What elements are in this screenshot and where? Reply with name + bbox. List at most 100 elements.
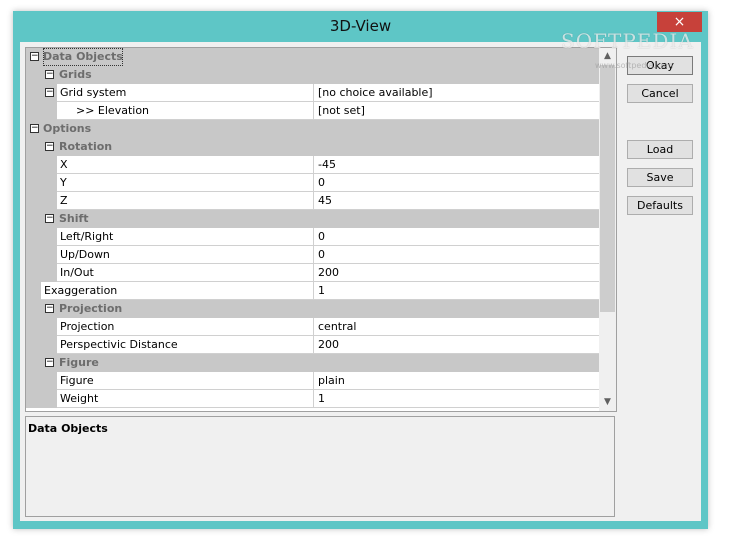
property-name[interactable]: Perspectivic Distance bbox=[57, 336, 313, 354]
property-name[interactable]: Left/Right bbox=[57, 228, 313, 246]
title-bar[interactable]: 3D-View × bbox=[13, 11, 708, 41]
property-row[interactable]: Perspectivic Distance 200 bbox=[26, 336, 599, 354]
collapse-icon[interactable]: − bbox=[45, 358, 54, 367]
property-value[interactable]: 1 bbox=[313, 282, 599, 300]
collapse-icon[interactable]: − bbox=[45, 142, 54, 151]
category-row[interactable]: − Shift bbox=[26, 210, 599, 228]
okay-button[interactable]: Okay bbox=[627, 56, 693, 75]
property-value[interactable]: -45 bbox=[313, 156, 599, 174]
property-value[interactable]: [not set] bbox=[313, 102, 599, 120]
category-row[interactable]: − Grids bbox=[26, 66, 599, 84]
row-gutter bbox=[26, 228, 57, 246]
collapse-icon[interactable]: − bbox=[45, 214, 54, 223]
property-name[interactable]: Exaggeration bbox=[41, 282, 313, 300]
property-name[interactable]: X bbox=[57, 156, 313, 174]
property-name[interactable]: Z bbox=[57, 192, 313, 210]
property-name[interactable]: Figure bbox=[57, 372, 313, 390]
category-row[interactable]: − Options bbox=[26, 120, 599, 138]
collapse-icon[interactable]: − bbox=[45, 304, 54, 313]
property-name-text: Exaggeration bbox=[44, 284, 118, 297]
category-label: Grids bbox=[59, 68, 92, 81]
property-row[interactable]: Up/Down 0 bbox=[26, 246, 599, 264]
category-label: Options bbox=[43, 122, 92, 135]
cancel-button[interactable]: Cancel bbox=[627, 84, 693, 103]
category-label: Shift bbox=[59, 212, 89, 225]
row-gutter bbox=[26, 246, 57, 264]
property-name[interactable]: Projection bbox=[57, 318, 313, 336]
property-row[interactable]: Z 45 bbox=[26, 192, 599, 210]
property-value[interactable]: central bbox=[313, 318, 599, 336]
property-row[interactable]: Projection central bbox=[26, 318, 599, 336]
row-gutter bbox=[26, 156, 57, 174]
category-row[interactable]: − Projection bbox=[26, 300, 599, 318]
category-row[interactable]: − Data Objects bbox=[26, 48, 599, 66]
vertical-scrollbar[interactable]: ▲ ▼ bbox=[599, 48, 616, 411]
property-name-text: Left/Right bbox=[60, 230, 114, 243]
description-title: Data Objects bbox=[28, 422, 108, 435]
property-name-text: Up/Down bbox=[60, 248, 110, 261]
category-label: Data Objects bbox=[43, 48, 123, 66]
property-name[interactable]: Grid system bbox=[57, 84, 313, 102]
property-row[interactable]: Figure plain bbox=[26, 372, 599, 390]
property-row[interactable]: − Grid system [no choice available] bbox=[26, 84, 599, 102]
close-button[interactable]: × bbox=[657, 12, 702, 32]
description-panel: Data Objects bbox=[25, 416, 615, 517]
property-name-text: X bbox=[60, 158, 68, 171]
property-name-text: Figure bbox=[60, 374, 94, 387]
row-gutter bbox=[26, 318, 57, 336]
row-gutter bbox=[26, 102, 57, 120]
collapse-icon[interactable]: − bbox=[45, 70, 54, 79]
property-value[interactable]: plain bbox=[313, 372, 599, 390]
property-value[interactable]: 45 bbox=[313, 192, 599, 210]
property-row[interactable]: Weight 1 bbox=[26, 390, 599, 408]
row-gutter bbox=[26, 372, 57, 390]
property-rows: − Data Objects − Grids − Grid system [no choic… bbox=[26, 48, 599, 408]
scroll-up-icon[interactable]: ▲ bbox=[599, 48, 616, 65]
load-button[interactable]: Load bbox=[627, 140, 693, 159]
property-row[interactable]: In/Out 200 bbox=[26, 264, 599, 282]
property-value[interactable]: 0 bbox=[313, 174, 599, 192]
save-button[interactable]: Save bbox=[627, 168, 693, 187]
property-name-text: Y bbox=[60, 176, 67, 189]
row-gutter bbox=[26, 174, 57, 192]
property-row[interactable]: X -45 bbox=[26, 156, 599, 174]
row-gutter bbox=[26, 390, 57, 408]
row-gutter bbox=[26, 264, 57, 282]
scroll-thumb[interactable] bbox=[600, 65, 615, 312]
property-name[interactable]: Weight bbox=[57, 390, 313, 408]
property-name-text: In/Out bbox=[60, 266, 94, 279]
property-name[interactable]: Y bbox=[57, 174, 313, 192]
property-value[interactable]: 0 bbox=[313, 228, 599, 246]
property-name[interactable]: Up/Down bbox=[57, 246, 313, 264]
property-name-text: Perspectivic Distance bbox=[60, 338, 178, 351]
category-label: Projection bbox=[59, 302, 123, 315]
dialog-client-area: − Data Objects − Grids − Grid system [no choic… bbox=[20, 42, 701, 521]
category-row[interactable]: − Figure bbox=[26, 354, 599, 372]
property-name-text: Projection bbox=[60, 320, 115, 333]
category-row[interactable]: − Rotation bbox=[26, 138, 599, 156]
collapse-icon[interactable]: − bbox=[30, 124, 39, 133]
scroll-down-icon[interactable]: ▼ bbox=[599, 394, 616, 411]
property-row[interactable]: Y0 bbox=[26, 174, 599, 192]
property-name-text: Grid system bbox=[60, 86, 127, 99]
close-icon: × bbox=[673, 14, 686, 30]
property-name-text: Z bbox=[60, 194, 68, 207]
property-row[interactable]: Left/Right 0 bbox=[26, 228, 599, 246]
property-name-text: >> Elevation bbox=[76, 104, 150, 117]
property-name[interactable]: In/Out bbox=[57, 264, 313, 282]
property-row[interactable]: Exaggeration 1 bbox=[26, 282, 599, 300]
collapse-icon[interactable]: − bbox=[45, 88, 54, 97]
property-name[interactable]: >> Elevation bbox=[57, 102, 313, 120]
row-gutter bbox=[26, 336, 57, 354]
property-value[interactable]: 200 bbox=[313, 336, 599, 354]
property-grid: − Data Objects − Grids − Grid system [no choic… bbox=[25, 47, 617, 412]
property-value[interactable]: 0 bbox=[313, 246, 599, 264]
defaults-button[interactable]: Defaults bbox=[627, 196, 693, 215]
row-gutter bbox=[26, 192, 57, 210]
property-value[interactable]: 200 bbox=[313, 264, 599, 282]
property-row[interactable]: >> Elevation [not set] bbox=[26, 102, 599, 120]
dialog-window: 3D-View × − Data Objects − Grids − Grid syste… bbox=[13, 11, 708, 529]
property-value[interactable]: [no choice available] bbox=[313, 84, 599, 102]
collapse-icon[interactable]: − bbox=[30, 52, 39, 61]
property-value[interactable]: 1 bbox=[313, 390, 599, 408]
